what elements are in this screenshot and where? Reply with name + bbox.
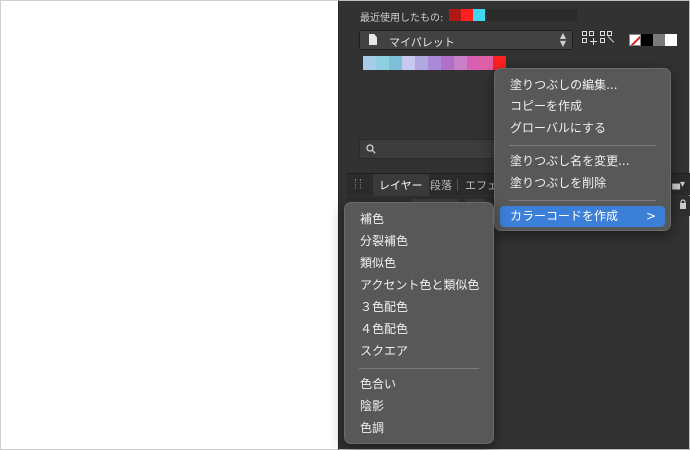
palette-swatch[interactable]: [376, 56, 389, 70]
recent-swatches: [449, 9, 485, 21]
submenu-divider: [359, 368, 479, 369]
submenu-item-tones[interactable]: 色調: [350, 418, 488, 439]
submenu-item-accented-analogous[interactable]: アクセント色と類似色: [350, 275, 488, 296]
palette-swatches: [363, 56, 506, 70]
menu-item-edit-fill[interactable]: 塗りつぶしの編集...: [500, 75, 665, 96]
submenu-item-split-complementary[interactable]: 分裂補色: [350, 231, 488, 252]
swatch-context-menu: 塗りつぶしの編集... コピーを作成 グローバルにする 塗りつぶし名を変更...…: [494, 68, 671, 231]
up-down-arrows-icon: ▲ ▼: [559, 31, 566, 48]
menu-divider: [509, 200, 656, 201]
submenu-item-triad[interactable]: ３色配色: [350, 297, 488, 318]
black-swatch[interactable]: [641, 34, 653, 46]
recent-swatch[interactable]: [473, 9, 485, 21]
white-swatch[interactable]: [665, 34, 677, 46]
tab-separator: [457, 179, 458, 191]
menu-item-delete-fill[interactable]: 塗りつぶしを削除: [500, 173, 665, 194]
menu-item-duplicate[interactable]: コピーを作成: [500, 96, 665, 117]
panel-grip[interactable]: [355, 179, 361, 189]
swatch-search-field[interactable]: [359, 139, 499, 159]
color-code-submenu: 補色 分裂補色 類似色 アクセント色と類似色 ３色配色 ４色配色 スクエア 色合…: [344, 202, 494, 444]
submenu-item-tints[interactable]: 色合い: [350, 374, 488, 395]
lock-icon[interactable]: [679, 199, 687, 209]
palette-swatch[interactable]: [467, 56, 480, 70]
tab-paragraph[interactable]: 段落: [430, 177, 452, 193]
gray-swatch[interactable]: [653, 34, 665, 46]
search-icon: [366, 144, 376, 154]
qr-add-icon[interactable]: [582, 31, 598, 49]
menu-item-rename-fill[interactable]: 塗りつぶし名を変更...: [500, 151, 665, 172]
panel-menu-icon[interactable]: ▄▾: [672, 179, 685, 190]
tab-layers[interactable]: レイヤー: [373, 174, 429, 196]
menu-item-create-color-code[interactable]: カラーコードを作成 >: [500, 206, 665, 227]
qr-remove-icon[interactable]: [600, 31, 616, 49]
palette-swatch[interactable]: [415, 56, 428, 70]
menu-divider: [509, 145, 656, 146]
palette-name: マイパレット: [389, 36, 455, 49]
submenu-item-tetrad[interactable]: ４色配色: [350, 319, 488, 340]
submenu-item-shades[interactable]: 陰影: [350, 396, 488, 417]
palette-dropdown[interactable]: マイパレット ▲ ▼: [359, 30, 573, 50]
document-canvas: [0, 0, 338, 450]
menu-item-label: カラーコードを作成: [510, 209, 619, 223]
no-fill-swatch[interactable]: [629, 34, 641, 46]
submenu-item-square[interactable]: スクエア: [350, 341, 488, 362]
recent-empty-slots: [487, 9, 577, 21]
palette-swatch[interactable]: [363, 56, 376, 70]
fill-stroke-controls: [629, 34, 677, 46]
palette-swatch[interactable]: [441, 56, 454, 70]
palette-swatch[interactable]: [389, 56, 402, 70]
palette-swatch[interactable]: [454, 56, 467, 70]
recent-colors-label: 最近使用したもの:: [360, 13, 444, 24]
qr-icons: [582, 31, 616, 49]
recent-swatch[interactable]: [449, 9, 461, 21]
document-icon: [369, 34, 377, 45]
recent-swatch[interactable]: [461, 9, 473, 21]
palette-swatch[interactable]: [402, 56, 415, 70]
palette-swatch[interactable]: [428, 56, 441, 70]
chevron-right-icon: >: [645, 209, 656, 223]
palette-swatch[interactable]: [480, 56, 493, 70]
submenu-item-complementary[interactable]: 補色: [350, 209, 488, 230]
submenu-item-analogous[interactable]: 類似色: [350, 253, 488, 274]
menu-item-make-global[interactable]: グローバルにする: [500, 118, 665, 139]
